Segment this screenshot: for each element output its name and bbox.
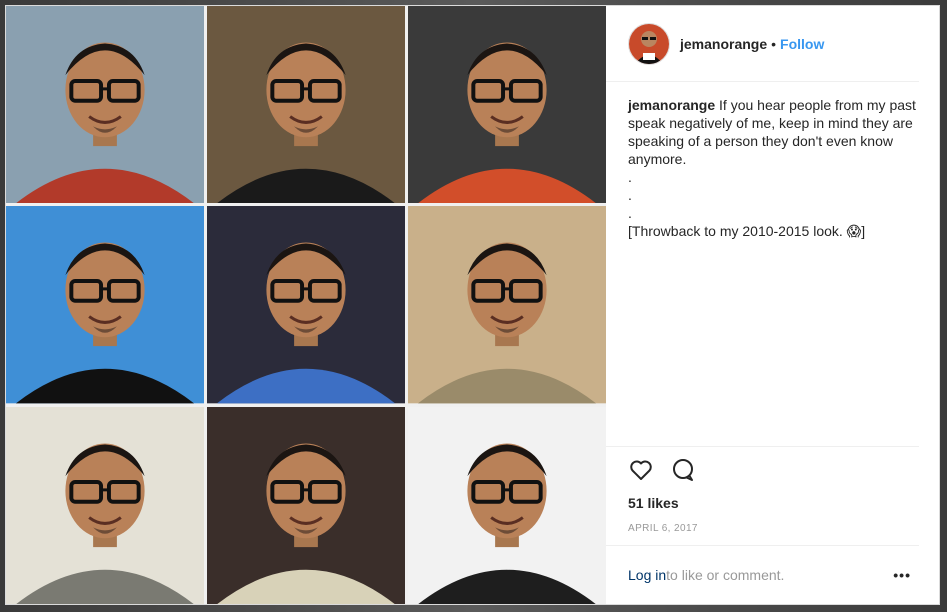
- post-footer: Log in to like or comment. •••: [606, 545, 919, 604]
- post-photo-collage[interactable]: [6, 6, 606, 604]
- more-options-icon[interactable]: •••: [893, 567, 911, 583]
- instagram-post: jemanorange • Follow jemanorange If you …: [5, 5, 940, 605]
- login-link[interactable]: Log in: [628, 567, 666, 583]
- caption-username[interactable]: jemanorange: [628, 97, 715, 113]
- post-caption: jemanorange If you hear people from my p…: [606, 82, 939, 446]
- header-separator: •: [771, 35, 777, 52]
- collage-photo: [207, 406, 405, 604]
- collage-photo: [207, 206, 405, 404]
- caption-text: If you hear people from my past speak ne…: [628, 97, 916, 239]
- post-sidebar: jemanorange • Follow jemanorange If you …: [606, 6, 939, 604]
- collage-photo: [408, 206, 606, 404]
- like-count[interactable]: 51 likes: [628, 495, 919, 511]
- action-icons: [628, 455, 919, 485]
- collage-photo: [6, 406, 204, 604]
- collage-photo: [207, 6, 405, 204]
- post-header: jemanorange • Follow: [606, 6, 919, 82]
- login-suffix: to like or comment.: [666, 567, 785, 583]
- header-username[interactable]: jemanorange: [680, 36, 767, 52]
- comment-icon[interactable]: [670, 457, 696, 483]
- collage-photo: [6, 206, 204, 404]
- heart-icon[interactable]: [628, 457, 654, 483]
- avatar[interactable]: [628, 22, 670, 65]
- collage-photo: [408, 6, 606, 204]
- collage-photo: [408, 406, 606, 604]
- post-date: APRIL 6, 2017: [628, 523, 698, 534]
- collage-photo: [6, 6, 204, 204]
- follow-button[interactable]: Follow: [780, 36, 824, 52]
- post-actions: 51 likes APRIL 6, 2017: [606, 446, 919, 545]
